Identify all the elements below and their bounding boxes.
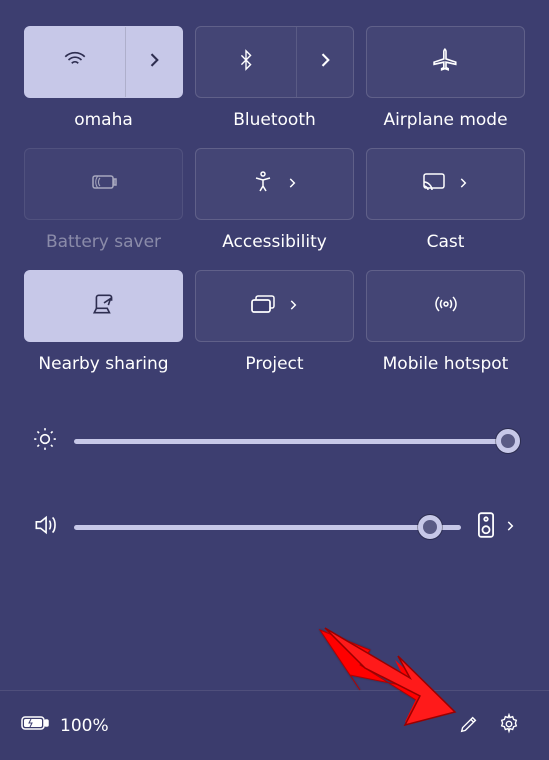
- tile-wifi: omaha: [24, 26, 183, 130]
- cast-button[interactable]: [366, 148, 525, 220]
- cast-label: Cast: [427, 232, 465, 252]
- chevron-right-icon[interactable]: [503, 518, 517, 537]
- volume-slider[interactable]: [74, 525, 461, 530]
- accessibility-button[interactable]: [195, 148, 354, 220]
- pencil-icon: [458, 713, 480, 739]
- airplane-label: Airplane mode: [383, 110, 507, 130]
- bluetooth-expand[interactable]: [297, 27, 353, 97]
- hotspot-icon: [433, 292, 459, 320]
- bluetooth-toggle[interactable]: [196, 27, 297, 97]
- chevron-right-icon: [144, 50, 164, 74]
- airplane-button[interactable]: [366, 26, 525, 98]
- chevron-right-icon: [286, 297, 300, 316]
- gear-icon: [498, 713, 520, 739]
- nearby-sharing-label: Nearby sharing: [38, 354, 168, 374]
- volume-icon: [32, 512, 58, 542]
- chevron-right-icon: [315, 50, 335, 74]
- cast-icon: [422, 171, 446, 197]
- brightness-thumb[interactable]: [496, 429, 520, 453]
- wifi-button[interactable]: [24, 26, 183, 98]
- bluetooth-button[interactable]: [195, 26, 354, 98]
- sliders-section: [24, 426, 525, 542]
- tile-nearby-sharing: Nearby sharing: [24, 270, 183, 374]
- hotspot-label: Mobile hotspot: [383, 354, 509, 374]
- tile-bluetooth: Bluetooth: [195, 26, 354, 130]
- battery-saver-label: Battery saver: [46, 232, 161, 252]
- footer-bar: 100%: [0, 690, 549, 760]
- bluetooth-icon: [235, 49, 257, 75]
- bluetooth-label: Bluetooth: [233, 110, 316, 130]
- battery-status[interactable]: 100%: [20, 713, 109, 738]
- hotspot-button[interactable]: [366, 270, 525, 342]
- wifi-label: omaha: [74, 110, 133, 130]
- accessibility-label: Accessibility: [222, 232, 327, 252]
- tile-accessibility: Accessibility: [195, 148, 354, 252]
- project-label: Project: [245, 354, 303, 374]
- battery-saver-button: [24, 148, 183, 220]
- battery-saver-icon: [90, 171, 118, 197]
- nearby-sharing-button[interactable]: [24, 270, 183, 342]
- wifi-expand[interactable]: [126, 27, 182, 97]
- settings-button[interactable]: [489, 706, 529, 746]
- tile-airplane: Airplane mode: [366, 26, 525, 130]
- audio-output-icon[interactable]: [477, 512, 495, 542]
- brightness-icon: [32, 426, 58, 456]
- brightness-row: [32, 426, 517, 456]
- tile-battery-saver: Battery saver: [24, 148, 183, 252]
- project-icon: [250, 293, 276, 319]
- chevron-right-icon: [285, 175, 299, 194]
- accessibility-icon: [251, 170, 275, 198]
- nearby-sharing-icon: [91, 291, 117, 321]
- wifi-icon: [62, 47, 88, 77]
- tile-grid: omaha Bluetooth: [24, 26, 525, 374]
- project-button[interactable]: [195, 270, 354, 342]
- volume-thumb[interactable]: [418, 515, 442, 539]
- edit-button[interactable]: [449, 706, 489, 746]
- tile-cast: Cast: [366, 148, 525, 252]
- tile-hotspot: Mobile hotspot: [366, 270, 525, 374]
- battery-icon: [20, 713, 50, 738]
- battery-percent: 100%: [60, 716, 109, 736]
- airplane-icon: [433, 47, 459, 77]
- volume-row: [32, 512, 517, 542]
- chevron-right-icon: [456, 175, 470, 194]
- tile-project: Project: [195, 270, 354, 374]
- quick-settings-panel: omaha Bluetooth: [0, 0, 549, 542]
- wifi-toggle[interactable]: [25, 27, 126, 97]
- brightness-slider[interactable]: [74, 439, 517, 444]
